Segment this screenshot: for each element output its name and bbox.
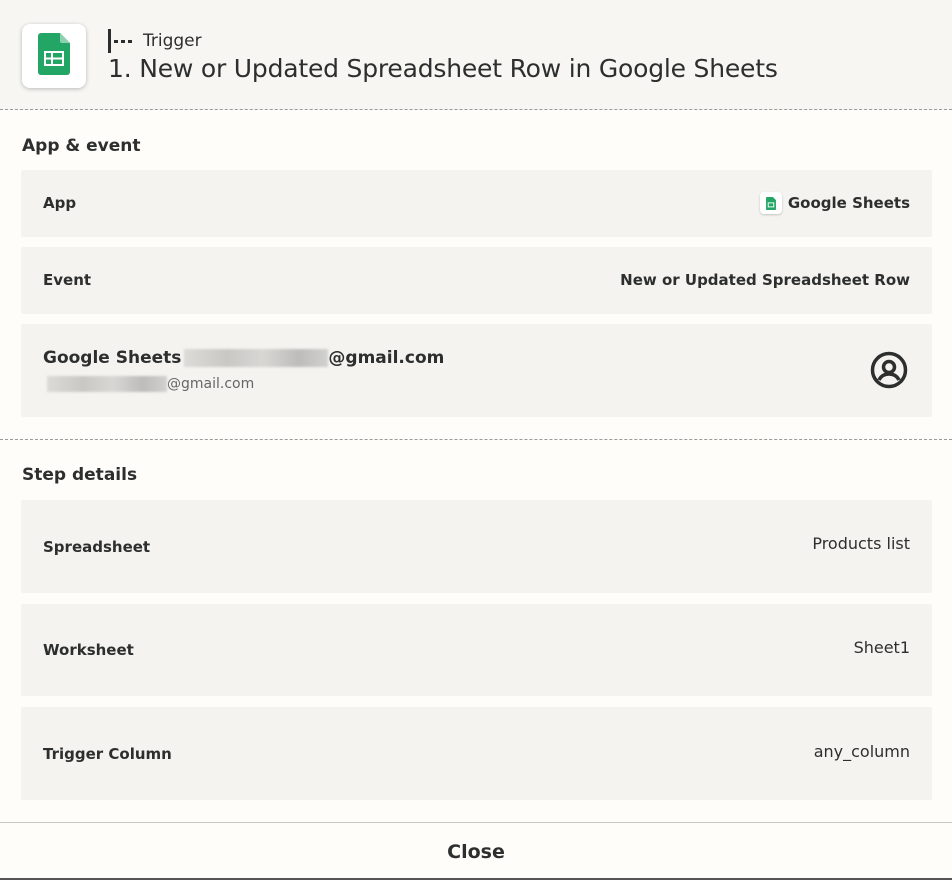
app-value: Google Sheets [759, 192, 910, 214]
account-name-suffix: @gmail.com [328, 348, 445, 368]
redacted-email [184, 349, 329, 367]
event-value: New or Updated Spreadsheet Row [620, 271, 910, 289]
close-button[interactable]: Close [441, 840, 511, 864]
field-label: Trigger Column [43, 745, 172, 763]
account-email: @gmail.com [43, 376, 254, 392]
event-card: Event New or Updated Spreadsheet Row [21, 247, 932, 314]
app-card: App Google Sheets [21, 170, 932, 237]
section-title-app-event: App & event [22, 136, 141, 156]
trigger-row: Trigger [108, 28, 202, 54]
section-title-step-details: Step details [22, 465, 138, 485]
app-tile [22, 24, 86, 88]
google-sheets-icon [38, 33, 70, 79]
user-circle-icon[interactable] [870, 351, 908, 389]
step-details-dialog: Trigger 1. New or Updated Spreadsheet Ro… [0, 0, 952, 880]
field-value: Sheet1 [853, 638, 910, 657]
dialog-header: Trigger 1. New or Updated Spreadsheet Ro… [0, 0, 952, 110]
dialog-footer: Close [0, 822, 952, 880]
google-sheets-icon [759, 192, 782, 214]
account-card[interactable]: Google Sheets @gmail.com @gmail.com [21, 324, 932, 417]
field-card-trigger-column: Trigger Column any_column [21, 707, 932, 800]
account-name-prefix: Google Sheets [43, 348, 182, 368]
field-value: Products list [812, 534, 910, 553]
field-value: any_column [813, 742, 910, 761]
trigger-label: Trigger [143, 31, 202, 51]
trigger-icon [108, 28, 134, 54]
field-label: Worksheet [43, 641, 134, 659]
event-label: Event [43, 271, 92, 289]
step-title: 1. New or Updated Spreadsheet Row in Goo… [108, 54, 778, 83]
section-divider [0, 439, 952, 440]
field-label: Spreadsheet [43, 538, 151, 556]
account-email-suffix: @gmail.com [167, 376, 255, 392]
app-label: App [43, 194, 77, 212]
account-name: Google Sheets @gmail.com [43, 348, 444, 368]
redacted-email-secondary [47, 376, 167, 392]
app-value-text: Google Sheets [787, 194, 910, 212]
field-card-worksheet: Worksheet Sheet1 [21, 604, 932, 696]
field-card-spreadsheet: Spreadsheet Products list [21, 500, 932, 593]
